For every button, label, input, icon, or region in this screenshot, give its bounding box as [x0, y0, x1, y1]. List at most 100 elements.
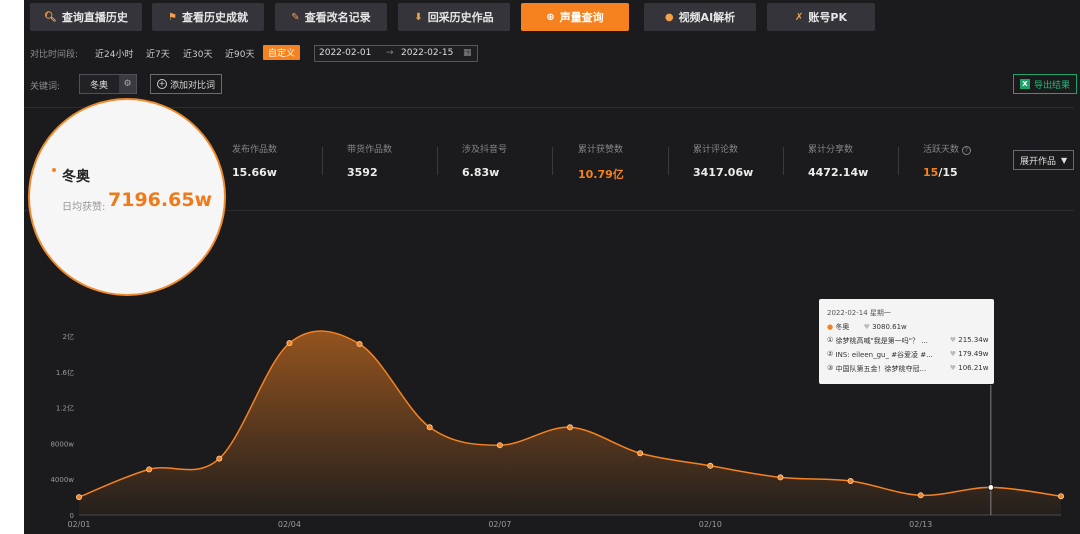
data-point[interactable]	[637, 450, 644, 457]
video-likes: 179.49w	[958, 350, 989, 358]
summary-keyword: 冬奥	[62, 169, 90, 185]
tab-label: 回采历史作品	[427, 11, 494, 24]
x-tick-label: 02/01	[67, 520, 90, 529]
data-point[interactable]	[1058, 493, 1065, 500]
rank: ①	[827, 336, 834, 344]
plus-circle-icon: ⊕	[546, 11, 555, 23]
tab-label: 查询直播历史	[61, 11, 128, 24]
range-custom[interactable]: 自定义	[263, 45, 301, 60]
data-point[interactable]	[146, 466, 153, 473]
tab-volume-query[interactable]: ⊕ 声量查询	[521, 3, 629, 31]
range-30d[interactable]: 近30天	[183, 47, 212, 60]
rank: ②	[827, 350, 834, 358]
date-arrow: →	[386, 48, 394, 58]
stat-label-likes: 累计获赞数	[578, 145, 624, 155]
export-button[interactable]: X 导出结果	[1013, 74, 1078, 94]
expand-label: 展开作品	[1020, 156, 1057, 167]
date-end: 2022-02-15	[401, 48, 454, 58]
stat-separator	[668, 147, 669, 175]
export-label: 导出结果	[1034, 80, 1071, 91]
magnified-summary-callout: 冬奥 日均获赞: 7196.65w	[28, 98, 226, 296]
gear-icon[interactable]: ⚙	[119, 75, 136, 93]
active-days-label: 活跃天数	[923, 145, 960, 155]
active-days-total: /15	[938, 166, 958, 179]
stat-value-commerce: 3592	[347, 166, 378, 179]
pencil-icon: ✎	[291, 11, 300, 23]
active-days-count: 15	[923, 166, 939, 179]
plus-icon: +	[157, 79, 167, 89]
heart-icon: ♥	[949, 350, 957, 358]
data-point[interactable]	[707, 462, 714, 469]
stat-separator	[783, 147, 784, 175]
stat-separator	[437, 147, 438, 175]
range-24h[interactable]: 近24小时	[95, 47, 133, 60]
heart-icon: ♥	[949, 364, 957, 372]
stat-separator	[552, 147, 553, 175]
data-point[interactable]	[76, 494, 83, 501]
data-point[interactable]	[567, 424, 574, 431]
tooltip-row: ② INS: eileen_gu_ #谷爱凌 #... ♥ 179.49w	[827, 350, 988, 360]
tab-rename-history[interactable]: ✎ 查看改名记录	[275, 3, 387, 31]
video-title: INS: eileen_gu_ #谷爱凌 #...	[835, 351, 933, 359]
data-point[interactable]	[987, 484, 995, 491]
video-likes: 106.21w	[958, 364, 989, 372]
data-point[interactable]	[356, 341, 363, 348]
series-dot-icon: ●	[827, 323, 834, 331]
stat-separator	[322, 147, 323, 175]
tab-live-history[interactable]: 🔍︎ 查询直播历史	[30, 3, 142, 31]
keyword-chip[interactable]: 冬奥 ⚙	[79, 74, 137, 94]
vs-icon: ✗	[795, 11, 804, 23]
stat-value-likes: 10.79亿	[578, 168, 624, 181]
y-tick-label: 4000w	[50, 476, 74, 484]
stat-value-accounts: 6.83w	[462, 166, 500, 179]
expand-works-dropdown[interactable]: 展开作品 ▼	[1013, 150, 1075, 170]
bullet-dot	[52, 168, 56, 172]
tooltip-row: ③ 中国队第五金！徐梦桃夺冠... ♥ 106.21w	[827, 364, 988, 374]
daily-likes-label: 日均获赞:	[62, 202, 106, 213]
help-icon[interactable]: ?	[961, 146, 971, 155]
date-start: 2022-02-01	[319, 48, 372, 58]
search-icon: 🔍︎	[44, 11, 57, 23]
stat-value-posts: 15.66w	[232, 166, 277, 179]
tab-video-ai[interactable]: ● 视频AI解析	[644, 3, 756, 31]
tooltip-row: ① 徐梦桃高喊"我是第一吗"？ ... ♥ 215.34w	[827, 336, 988, 346]
x-tick-label: 02/10	[699, 520, 722, 529]
data-point[interactable]	[496, 442, 503, 449]
y-tick-label: 0	[70, 512, 74, 520]
calendar-icon: ▦	[463, 48, 472, 58]
range-90d[interactable]: 近90天	[225, 47, 254, 60]
data-point[interactable]	[426, 424, 433, 431]
keyword-text: 冬奥	[90, 80, 109, 91]
chart-tooltip: 2022-02-14 星期一 ● 冬奥 ♥ 3080.61w ① 徐梦桃高喊"我…	[819, 299, 994, 384]
brain-icon: ●	[664, 11, 674, 23]
download-icon: ⬇	[414, 11, 423, 23]
heart-icon: ♥	[863, 323, 870, 331]
tab-account-pk[interactable]: ✗ 账号PK	[767, 3, 875, 31]
tab-label: 查看历史成就	[181, 11, 248, 24]
video-title: 徐梦桃高喊"我是第一吗"？ ...	[835, 337, 928, 345]
range-7d[interactable]: 近7天	[146, 47, 170, 60]
app-window: 🔍︎ 查询直播历史 ⚑ 查看历史成就 ✎ 查看改名记录 ⬇ 回采历史作品 ⊕ 声…	[24, 0, 1080, 534]
divider	[24, 107, 1074, 108]
data-point[interactable]	[286, 340, 293, 347]
tooltip-series-name: 冬奥	[835, 323, 850, 331]
add-compare-button[interactable]: + 添加对比词	[150, 74, 223, 94]
tab-label: 视频AI解析	[678, 11, 736, 24]
y-tick-label: 1.6亿	[56, 368, 74, 377]
data-point[interactable]	[917, 492, 924, 499]
stat-label-commerce: 带货作品数	[347, 145, 393, 155]
data-point[interactable]	[847, 477, 854, 484]
x-tick-label: 02/04	[278, 520, 301, 529]
stat-separator	[898, 147, 899, 175]
tab-recollect-works[interactable]: ⬇ 回采历史作品	[398, 3, 510, 31]
tab-label: 账号PK	[808, 11, 847, 24]
data-point[interactable]	[777, 474, 784, 481]
video-likes: 215.34w	[958, 336, 989, 344]
x-tick-label: 02/07	[488, 520, 511, 529]
data-point[interactable]	[216, 455, 223, 462]
x-tick-label: 02/13	[909, 520, 932, 529]
date-range-picker[interactable]: 2022-02-01 → 2022-02-15 ▦	[314, 45, 478, 62]
heart-icon: ♥	[949, 336, 957, 344]
tab-label: 声量查询	[559, 11, 604, 24]
tab-achievements[interactable]: ⚑ 查看历史成就	[152, 3, 264, 31]
